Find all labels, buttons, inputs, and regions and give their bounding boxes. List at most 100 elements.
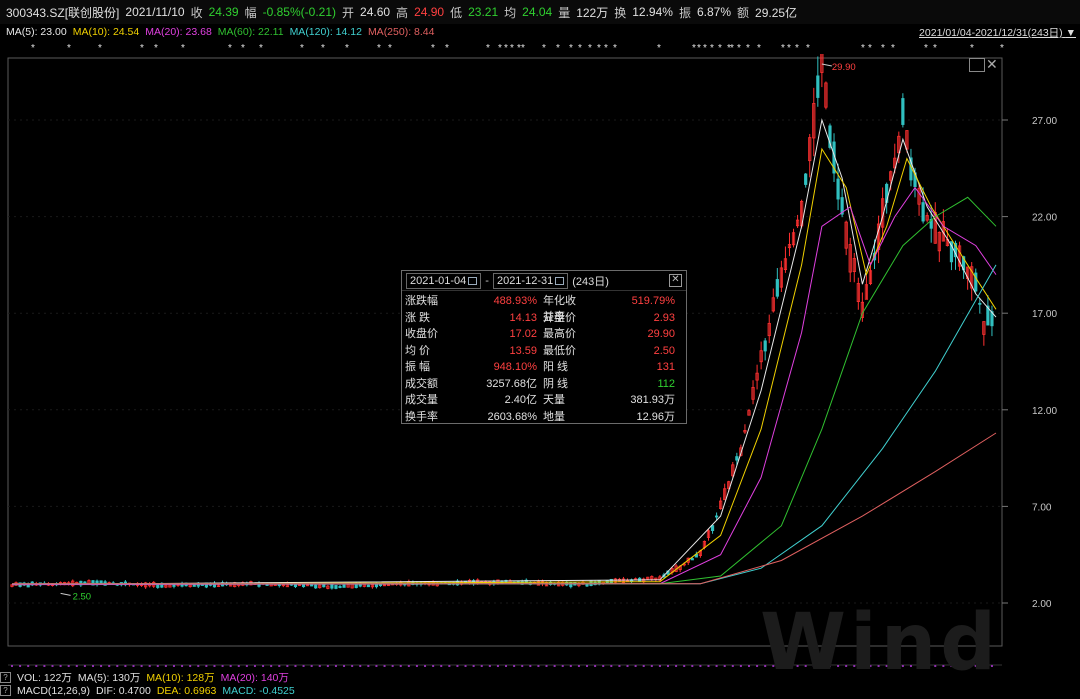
event-star-icon[interactable]: * bbox=[588, 43, 592, 53]
start-date-field[interactable]: 2021-01-04 bbox=[406, 272, 482, 289]
event-star-icon[interactable]: * bbox=[806, 43, 810, 53]
candle-body[interactable] bbox=[310, 584, 314, 587]
event-star-icon[interactable]: * bbox=[787, 43, 791, 53]
event-star-icon[interactable]: * bbox=[737, 43, 741, 53]
event-star-icon[interactable]: * bbox=[556, 43, 560, 53]
ma250-legend[interactable]: MA(250): 8.44 bbox=[368, 26, 435, 38]
ma60-legend[interactable]: MA(60): 22.11 bbox=[218, 26, 284, 38]
volume-bar bbox=[626, 665, 629, 667]
candle-body[interactable] bbox=[775, 279, 779, 297]
event-star-icon[interactable]: * bbox=[781, 43, 785, 53]
calendar-icon[interactable] bbox=[555, 276, 565, 285]
candle-body[interactable] bbox=[836, 178, 840, 200]
candle-body[interactable] bbox=[338, 586, 342, 588]
event-star-icon[interactable]: * bbox=[861, 43, 865, 53]
candle-body[interactable] bbox=[366, 584, 370, 588]
event-star-icon[interactable]: * bbox=[710, 43, 714, 53]
help-icon[interactable]: ? bbox=[0, 672, 11, 683]
event-star-icon[interactable]: * bbox=[746, 43, 750, 53]
close-icon[interactable]: ✕ bbox=[986, 56, 998, 73]
event-star-icon[interactable]: * bbox=[604, 43, 608, 53]
ma120-legend[interactable]: MA(120): 14.12 bbox=[290, 26, 362, 38]
event-star-icon[interactable]: * bbox=[377, 43, 381, 53]
event-star-icon[interactable]: * bbox=[521, 43, 525, 53]
candle-body[interactable] bbox=[763, 340, 767, 352]
event-star-icon[interactable]: * bbox=[569, 43, 573, 53]
candle-body[interactable] bbox=[710, 525, 715, 532]
candle-body[interactable] bbox=[314, 584, 318, 589]
event-star-icon[interactable]: * bbox=[881, 43, 885, 53]
candle-body[interactable] bbox=[921, 202, 925, 222]
candle-body[interactable] bbox=[342, 584, 346, 588]
event-star-icon[interactable]: * bbox=[259, 43, 263, 53]
candle-body[interactable] bbox=[714, 515, 719, 518]
range-selector[interactable]: 2021/01/04-2021/12/31(243日) ▼ bbox=[919, 25, 1076, 40]
volume-bar bbox=[586, 665, 589, 667]
event-star-icon[interactable]: * bbox=[578, 43, 582, 53]
window-restore-icon[interactable] bbox=[969, 58, 985, 72]
event-star-icon[interactable]: * bbox=[300, 43, 304, 53]
event-star-icon[interactable]: * bbox=[431, 43, 435, 53]
event-star-icon[interactable]: * bbox=[445, 43, 449, 53]
event-star-icon[interactable]: * bbox=[970, 43, 974, 53]
event-star-icon[interactable]: * bbox=[697, 43, 701, 53]
volume-bar bbox=[739, 665, 742, 667]
candle-body[interactable] bbox=[690, 558, 694, 561]
stat-label: 地量 bbox=[543, 410, 565, 423]
help-icon[interactable]: ? bbox=[0, 685, 11, 696]
event-star-icon[interactable]: * bbox=[703, 43, 707, 53]
event-star-icon[interactable]: * bbox=[321, 43, 325, 53]
event-star-icon[interactable]: * bbox=[510, 43, 514, 53]
event-star-icon[interactable]: * bbox=[657, 43, 661, 53]
ma20-legend[interactable]: MA(20): 23.68 bbox=[145, 26, 212, 38]
candle-body[interactable] bbox=[99, 580, 103, 584]
candle-body[interactable] bbox=[378, 584, 383, 587]
volume-bar bbox=[440, 665, 443, 667]
event-star-icon[interactable]: * bbox=[504, 43, 508, 53]
event-star-icon[interactable]: * bbox=[228, 43, 232, 53]
event-star-icon[interactable]: * bbox=[542, 43, 546, 53]
event-star-icon[interactable]: * bbox=[1000, 43, 1004, 53]
candle-body[interactable] bbox=[804, 173, 808, 185]
candle-body[interactable] bbox=[901, 98, 905, 125]
ma5-legend[interactable]: MA(5): 23.00 bbox=[6, 26, 67, 38]
candle-body[interactable] bbox=[334, 585, 338, 589]
event-star-icon[interactable]: * bbox=[140, 43, 144, 53]
event-star-icon[interactable]: * bbox=[241, 43, 245, 53]
event-star-icon[interactable]: * bbox=[345, 43, 349, 53]
event-star-icon[interactable]: * bbox=[730, 43, 734, 53]
event-star-icon[interactable]: * bbox=[757, 43, 761, 53]
event-star-icon[interactable]: * bbox=[692, 43, 696, 53]
event-star-icon[interactable]: * bbox=[181, 43, 185, 53]
close-icon[interactable]: ✕ bbox=[669, 274, 682, 287]
candle-body[interactable] bbox=[735, 456, 739, 461]
candle-body[interactable] bbox=[978, 302, 982, 305]
event-star-icon[interactable]: * bbox=[613, 43, 617, 53]
stat-label: 阴 线 bbox=[543, 377, 569, 390]
event-star-icon[interactable]: * bbox=[498, 43, 502, 53]
volume-bar bbox=[197, 665, 200, 667]
event-star-icon[interactable]: * bbox=[154, 43, 158, 53]
event-star-icon[interactable]: * bbox=[718, 43, 722, 53]
volume-bar bbox=[553, 665, 556, 667]
candle-body[interactable] bbox=[301, 584, 306, 588]
event-star-icon[interactable]: * bbox=[98, 43, 102, 53]
candle-body[interactable] bbox=[816, 75, 820, 98]
event-star-icon[interactable]: * bbox=[597, 43, 601, 53]
candle-body[interactable] bbox=[569, 581, 573, 588]
event-star-icon[interactable]: * bbox=[868, 43, 872, 53]
event-star-icon[interactable]: * bbox=[891, 43, 895, 53]
end-date-field[interactable]: 2021-12-31 bbox=[492, 272, 569, 289]
event-star-icon[interactable]: * bbox=[67, 43, 71, 53]
event-star-icon[interactable]: * bbox=[486, 43, 490, 53]
event-star-icon[interactable]: * bbox=[31, 43, 35, 53]
candle-body[interactable] bbox=[330, 584, 334, 589]
event-star-icon[interactable]: * bbox=[795, 43, 799, 53]
event-star-icon[interactable]: * bbox=[924, 43, 928, 53]
stock-code[interactable]: 300343.SZ[联创股份] bbox=[6, 4, 119, 21]
calendar-icon[interactable] bbox=[468, 276, 478, 285]
event-star-icon[interactable]: * bbox=[933, 43, 937, 53]
ma10-legend[interactable]: MA(10): 24.54 bbox=[73, 26, 140, 38]
event-star-icon[interactable]: * bbox=[388, 43, 392, 53]
candle-body[interactable] bbox=[156, 584, 160, 588]
